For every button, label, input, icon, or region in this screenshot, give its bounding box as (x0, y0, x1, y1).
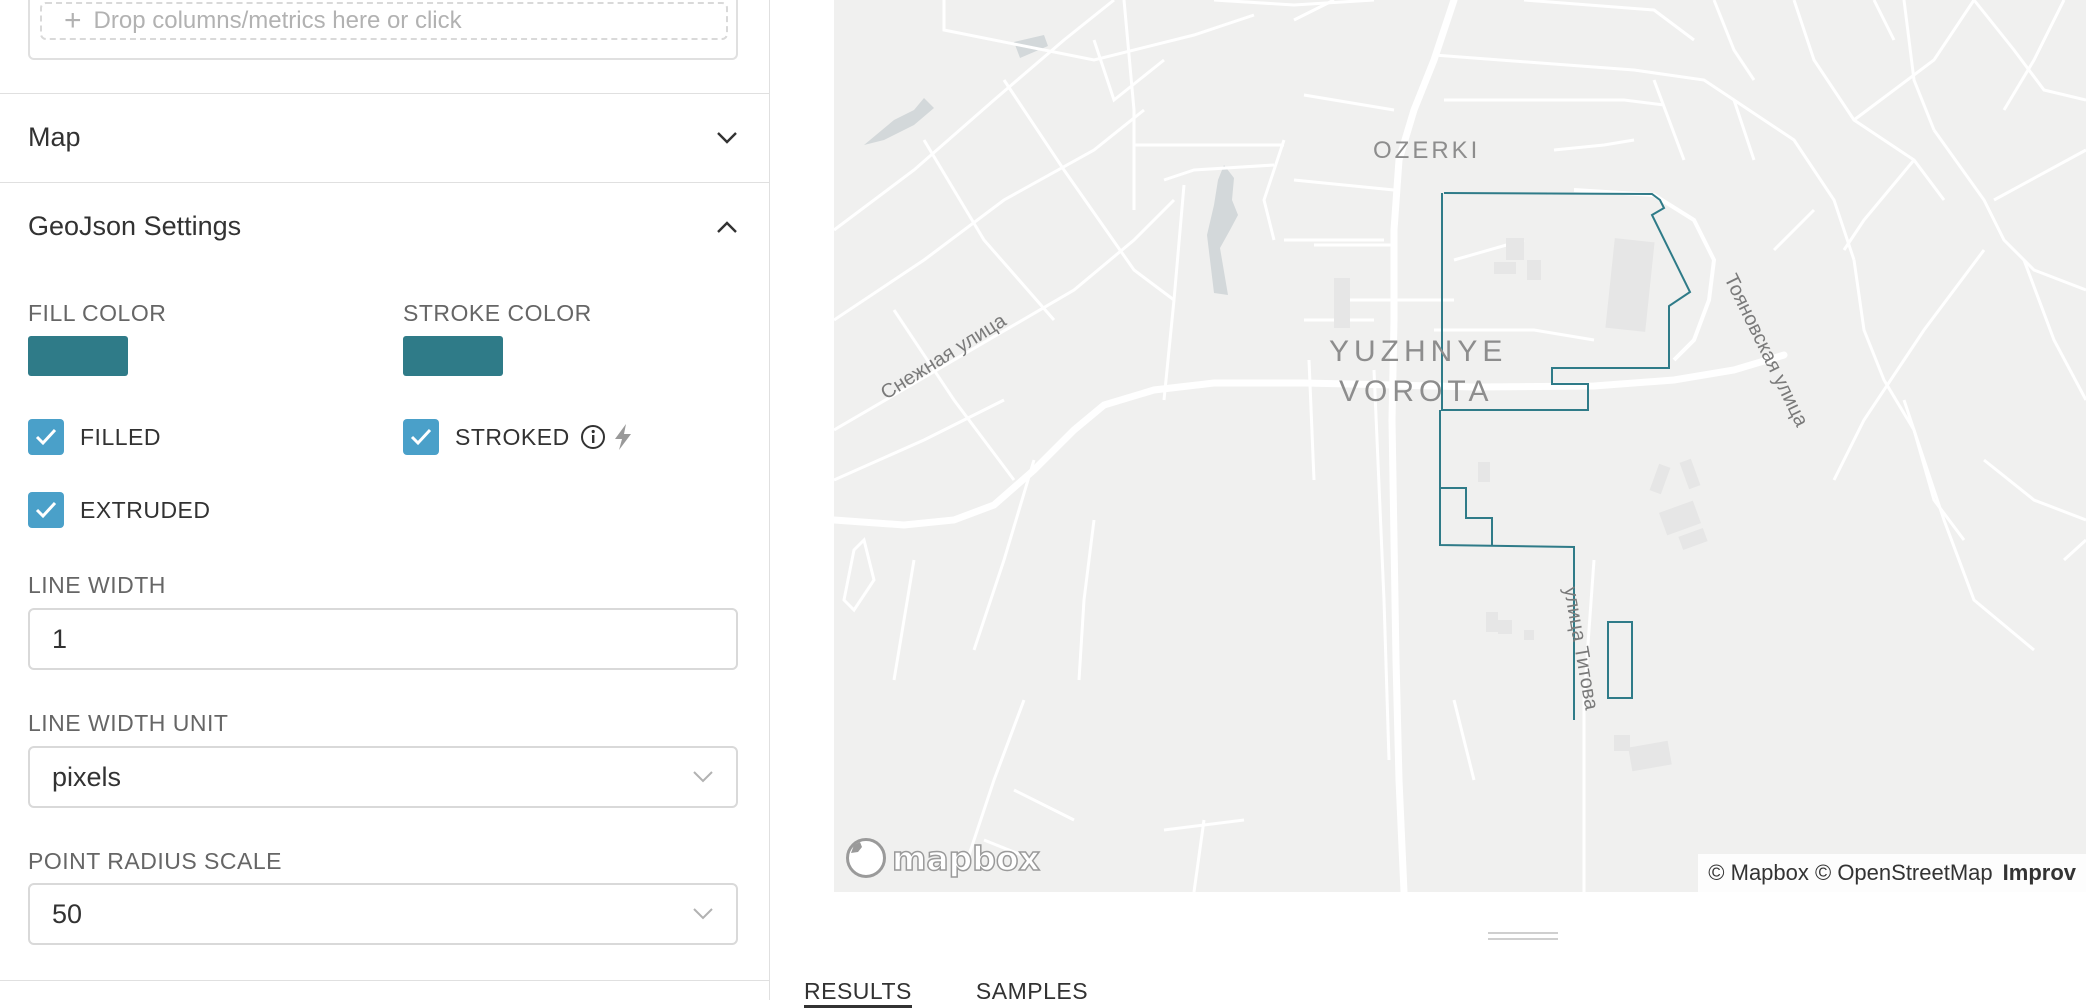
mapbox-logo-icon (846, 838, 886, 878)
improve-map-link[interactable]: Improv (2003, 860, 2076, 886)
line-width-label: LINE WIDTH (28, 572, 166, 598)
stroked-label: STROKED (455, 423, 570, 450)
mapbox-logo[interactable]: mapbox (846, 838, 1041, 879)
plus-icon: + (64, 4, 82, 37)
checkmark-icon (35, 428, 57, 446)
lightning-icon (614, 424, 631, 450)
map-label-toyanovskaya: Тояновская улица (1720, 271, 1813, 431)
point-radius-scale-select[interactable]: 50 (28, 883, 738, 945)
extruded-label: EXTRUDED (80, 496, 211, 523)
section-map-header[interactable]: Map (0, 93, 769, 181)
line-width-input[interactable]: 1 (28, 608, 738, 670)
map-attribution: © Mapbox © OpenStreetMap Improv (1698, 854, 2086, 892)
stroke-color-label: STROKE COLOR (403, 300, 592, 326)
drop-zone[interactable]: + Drop columns/metrics here or click (40, 2, 728, 40)
tab-samples[interactable]: SAMPLES (976, 978, 1088, 1008)
line-width-unit-value: pixels (52, 761, 122, 792)
line-width-unit-label: LINE WIDTH UNIT (28, 710, 229, 736)
line-width-unit-select[interactable]: pixels (28, 746, 738, 808)
geojson-layer (1439, 192, 1692, 720)
fill-color-swatch[interactable] (28, 336, 128, 376)
point-radius-scale-value: 50 (52, 898, 83, 929)
section-geojson-header[interactable]: GeoJson Settings (0, 182, 769, 270)
chevron-down-icon (716, 94, 738, 181)
info-icon[interactable] (580, 424, 606, 450)
map-label-snezhnaya: Снежная улица (877, 309, 1011, 404)
water-lake (1207, 165, 1238, 295)
stroke-color-swatch[interactable] (403, 336, 503, 376)
attribution-text[interactable]: © Mapbox © OpenStreetMap (1708, 860, 1992, 886)
section-map-title: Map (28, 122, 81, 152)
metrics-control: + Drop columns/metrics here or click (28, 0, 738, 60)
control-panel: + Drop columns/metrics here or click Map… (0, 0, 770, 1000)
filled-label: FILLED (80, 423, 161, 450)
filled-checkbox[interactable] (28, 419, 64, 455)
checkmark-icon (35, 501, 57, 519)
section-divider (0, 980, 769, 981)
line-width-value: 1 (52, 623, 68, 654)
map-label-ozerki: OZERKI (1373, 137, 1480, 164)
extruded-checkbox-row[interactable]: EXTRUDED (28, 492, 211, 528)
checkmark-icon (410, 428, 432, 446)
stroked-checkbox[interactable] (403, 419, 439, 455)
chevron-down-icon (692, 748, 714, 806)
section-geojson-title: GeoJson Settings (28, 211, 242, 241)
map-canvas[interactable]: OZERKI YUZHNYE VOROTA Снежная улица Тоян… (834, 0, 2086, 892)
chevron-up-icon (716, 183, 738, 270)
tab-results[interactable]: RESULTS (804, 978, 912, 1008)
drop-zone-label: Drop columns/metrics here or click (93, 7, 462, 34)
fill-color-label: FILL COLOR (28, 300, 167, 326)
water-pond (864, 98, 934, 145)
results-tabs: RESULTS SAMPLES (804, 978, 1088, 1008)
resize-handle[interactable] (1488, 932, 1558, 940)
map-base-layer: OZERKI YUZHNYE VOROTA Снежная улица Тоян… (834, 0, 2086, 892)
point-radius-scale-label: POINT RADIUS SCALE (28, 848, 282, 874)
map-label-yuzhnye: YUZHNYE (1329, 335, 1507, 368)
map-label-vorota: VOROTA (1339, 375, 1493, 408)
map-label-titova: улица Титова (1559, 585, 1602, 712)
mapbox-logo-text: mapbox (891, 838, 1040, 879)
filled-checkbox-row[interactable]: FILLED (28, 419, 161, 455)
stroked-checkbox-row[interactable]: STROKED (403, 419, 634, 455)
chevron-down-icon (692, 885, 714, 943)
extruded-checkbox[interactable] (28, 492, 64, 528)
